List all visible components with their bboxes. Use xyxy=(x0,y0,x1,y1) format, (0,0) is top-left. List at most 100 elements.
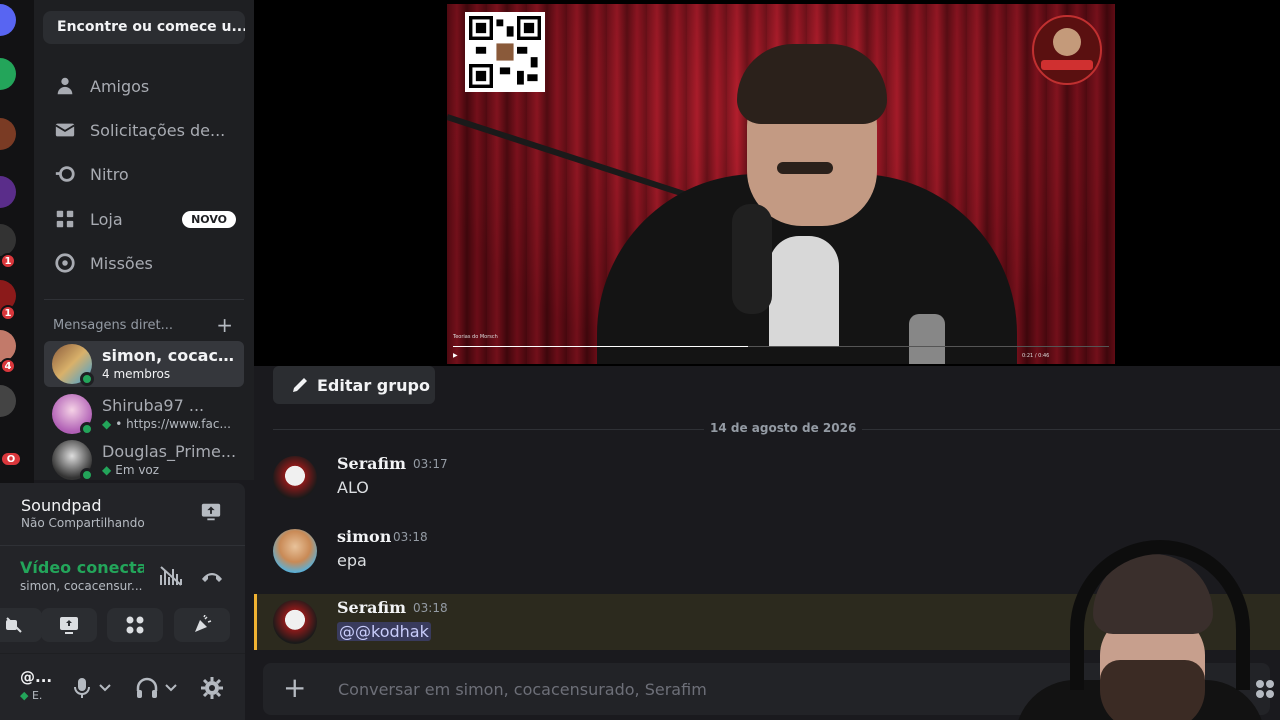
online-status xyxy=(80,372,94,386)
activity-icon: ◆ xyxy=(20,689,32,702)
activities-button[interactable] xyxy=(107,608,163,642)
avatar[interactable] xyxy=(273,456,317,500)
nav-label: Loja xyxy=(90,209,123,229)
avatar xyxy=(52,394,94,436)
attach-plus-icon[interactable]: + xyxy=(283,674,306,702)
message-input[interactable] xyxy=(336,675,1036,703)
qr-code-icon xyxy=(465,12,545,92)
noise-suppression-icon[interactable] xyxy=(159,565,183,587)
activity-status: Não Compartilhando xyxy=(21,516,145,530)
server-icon[interactable] xyxy=(0,118,16,150)
avatar[interactable] xyxy=(273,600,317,644)
screen-share-icon xyxy=(60,617,78,634)
avatar xyxy=(52,440,94,480)
webcam-overlay xyxy=(1015,540,1265,720)
soundboard-icon xyxy=(195,615,212,632)
online-status xyxy=(80,422,94,436)
microphone-icon xyxy=(74,678,90,698)
nitro-icon xyxy=(55,166,75,182)
edit-group-button[interactable]: Editar grupo xyxy=(273,366,435,404)
dm-subtext: Em voz xyxy=(115,463,160,477)
edit-group-label: Editar grupo xyxy=(317,375,430,395)
video-time: 0:21 / 0:46 xyxy=(1022,353,1050,359)
unread-badge: O xyxy=(0,451,22,467)
message-text: epa xyxy=(337,551,367,570)
dm-sidebar: Encontre ou comece u... Amigos Solicitaç… xyxy=(34,0,254,480)
chevron-down-icon[interactable] xyxy=(164,683,178,693)
dm-item-group[interactable]: simon, cocacen... 4 membros xyxy=(44,341,244,387)
video-frame[interactable]: Teorias do Morsch ▶ 0:21 / 0:46 xyxy=(447,4,1115,364)
server-icon[interactable] xyxy=(0,224,16,256)
voice-channel-name[interactable]: simon, cocacensur... xyxy=(20,579,150,593)
find-conversation-button[interactable]: Encontre ou comece u... xyxy=(43,11,245,44)
server-icon[interactable] xyxy=(0,385,16,417)
camera-off-icon xyxy=(6,617,22,633)
avatar[interactable] xyxy=(273,529,317,573)
server-icon[interactable] xyxy=(0,58,16,90)
nav-label: Solicitações de... xyxy=(90,120,226,140)
envelope-icon xyxy=(55,123,75,137)
chevron-down-icon[interactable] xyxy=(98,683,112,693)
video-title: Teorias do Morsch xyxy=(453,334,498,340)
dm-subtext: 4 membros xyxy=(102,367,171,381)
nav-nitro[interactable]: Nitro xyxy=(44,154,244,194)
message-timestamp: 03:18 xyxy=(393,530,428,544)
camera-button[interactable] xyxy=(0,608,42,642)
channel-logo xyxy=(1032,15,1102,85)
online-status xyxy=(80,468,94,480)
nav-shop[interactable]: Loja NOVO xyxy=(44,199,244,239)
dm-name: Shiruba97 ... xyxy=(102,396,205,415)
server-icon[interactable] xyxy=(0,176,16,208)
stream-viewer[interactable]: Teorias do Morsch ▶ 0:21 / 0:46 xyxy=(254,0,1280,366)
nav-message-requests[interactable]: Solicitações de... xyxy=(44,110,244,150)
video-progress-bar[interactable] xyxy=(453,346,1109,347)
quests-icon xyxy=(55,253,75,273)
message-author[interactable]: Serafim xyxy=(337,454,406,473)
disconnect-icon[interactable] xyxy=(200,567,224,585)
dm-name: Douglas_Prime... xyxy=(102,442,237,461)
divider xyxy=(44,299,244,300)
nav-quests[interactable]: Missões xyxy=(44,243,244,283)
activity-app-name: Soundpad xyxy=(21,496,102,515)
nav-label: Missões xyxy=(90,253,153,273)
dm-header: Mensagens diret... + xyxy=(53,313,233,337)
message-author[interactable]: Serafim xyxy=(337,598,406,617)
message-text: ALO xyxy=(337,478,369,497)
dm-item-douglas[interactable]: Douglas_Prime... ◆ Em voz xyxy=(44,437,244,480)
avatar xyxy=(52,344,94,386)
message-author[interactable]: simon xyxy=(337,527,391,546)
dm-subtext: • https://www.fac... xyxy=(115,417,231,431)
share-screen-icon[interactable] xyxy=(200,501,222,523)
mute-button[interactable] xyxy=(72,676,112,700)
user-name[interactable]: @... xyxy=(20,668,52,686)
date-label: 14 de agosto de 2026 xyxy=(704,421,863,435)
unread-badge: 1 xyxy=(0,305,16,321)
divider xyxy=(0,545,245,546)
play-icon[interactable]: ▶ xyxy=(453,352,458,359)
create-dm-icon[interactable]: + xyxy=(216,313,233,337)
divider xyxy=(0,653,245,654)
soundboard-button[interactable] xyxy=(174,608,230,642)
nav-friends[interactable]: Amigos xyxy=(44,66,244,106)
shop-icon xyxy=(56,210,74,228)
headphones-icon xyxy=(136,677,158,698)
activities-icon xyxy=(126,616,144,634)
server-icon[interactable] xyxy=(0,4,16,36)
nav-label: Amigos xyxy=(90,76,150,96)
activity-icon: ◆ xyxy=(102,417,112,431)
unread-badge: 1 xyxy=(0,253,16,269)
voice-connection-status[interactable]: Vídeo conectac xyxy=(20,558,144,577)
user-settings-button[interactable] xyxy=(201,676,223,700)
message-timestamp: 03:18 xyxy=(413,601,448,615)
microphone xyxy=(732,204,772,314)
user-mention[interactable]: @@kodhak xyxy=(337,622,431,641)
headphones xyxy=(1070,540,1250,690)
pencil-icon xyxy=(293,378,307,392)
screen-share-button[interactable] xyxy=(41,608,97,642)
dm-item-shiruba[interactable]: Shiruba97 ... ◆ • https://www.fac... xyxy=(44,391,244,437)
deafen-button[interactable] xyxy=(136,676,178,700)
dm-header-label: Mensagens diret... xyxy=(53,317,174,333)
dm-name: simon, cocacen... xyxy=(102,346,244,365)
voice-activity-icon: ◆ xyxy=(102,463,112,477)
voice-panel: Soundpad Não Compartilhando Vídeo conect… xyxy=(0,483,245,720)
